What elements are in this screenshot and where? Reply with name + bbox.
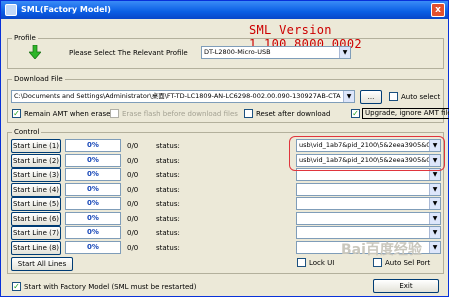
line-port-select[interactable]: ▼	[296, 212, 441, 225]
chevron-down-icon[interactable]: ▼	[429, 242, 440, 253]
erase-flash-label: Erase flash before download files	[122, 110, 238, 118]
line-status-label: status:	[156, 157, 180, 165]
line-port-select[interactable]: ▼	[296, 226, 441, 239]
chevron-down-icon[interactable]: ▼	[429, 227, 440, 238]
chevron-down-icon[interactable]: ▼	[343, 91, 354, 102]
auto-select-label: Auto select	[401, 93, 441, 101]
profile-select[interactable]: DT-L2800-Micro-USB ▼	[201, 46, 351, 59]
factory-model-checkbox[interactable]: ✓	[12, 282, 21, 291]
start-line-button[interactable]: Start Line (6)	[11, 212, 61, 226]
line-progress-percent: 0%	[65, 168, 121, 181]
line-count: 0/0	[127, 186, 139, 194]
line-count: 0/0	[127, 200, 139, 208]
start-line-button[interactable]: Start Line (1)	[11, 139, 61, 153]
start-line-button[interactable]: Start Line (2)	[11, 154, 61, 168]
line-count: 0/0	[127, 215, 139, 223]
reset-after-download-label: Reset after download	[256, 110, 331, 118]
chevron-down-icon[interactable]: ▼	[429, 198, 440, 209]
start-line-button[interactable]: Start Line (5)	[11, 197, 61, 211]
line-status-label: status:	[156, 171, 180, 179]
remain-amt-label: Remain AMT when erase	[24, 110, 111, 118]
control-legend: Control	[14, 128, 40, 136]
line-progress-percent: 0%	[65, 183, 121, 196]
auto-sel-port-checkbox[interactable]	[373, 258, 382, 267]
down-arrow-icon	[29, 45, 41, 59]
auto-select-checkbox[interactable]	[389, 92, 398, 101]
line-count: 0/0	[127, 244, 139, 252]
start-line-button[interactable]: Start Line (3)	[11, 168, 61, 182]
line-status-label: status:	[156, 229, 180, 237]
close-button[interactable]: x	[431, 3, 445, 17]
lock-ui-label: Lock UI	[309, 259, 335, 267]
auto-sel-port-label: Auto Sel Port	[385, 259, 431, 267]
watermark: Bai百度经验	[341, 242, 422, 258]
line-status-label: status:	[156, 200, 180, 208]
main-window: SML(Factory Model) x SML Version 1.100.8…	[0, 0, 449, 297]
line-count: 0/0	[127, 171, 139, 179]
app-icon	[5, 4, 17, 16]
upgrade-checkbox[interactable]: ✓	[351, 109, 360, 118]
line-count: 0/0	[127, 157, 139, 165]
line-port-select[interactable]: ▼	[296, 197, 441, 210]
line-progress-percent: 0%	[65, 212, 121, 225]
line-progress-percent: 0%	[65, 154, 121, 167]
title-bar[interactable]: SML(Factory Model) x	[1, 1, 448, 19]
start-line-button[interactable]: Start Line (4)	[11, 183, 61, 197]
line-port-select[interactable]: ▼	[296, 183, 441, 196]
upgrade-label: Upgrade, ignore AMT file	[362, 108, 449, 119]
line-progress-percent: 0%	[65, 226, 121, 239]
chevron-down-icon[interactable]: ▼	[429, 184, 440, 195]
line-count: 0/0	[127, 142, 139, 150]
erase-flash-checkbox	[110, 109, 119, 118]
line-count: 0/0	[127, 229, 139, 237]
line-status-label: status:	[156, 186, 180, 194]
download-path-value: C:\Documents and Settings\Administrator\…	[14, 92, 341, 100]
browse-button[interactable]: ...	[360, 90, 382, 104]
start-all-lines-button[interactable]: Start All Lines	[11, 257, 73, 271]
profile-legend: Profile	[14, 34, 36, 42]
factory-model-label: Start with Factory Model (SML must be re…	[24, 283, 197, 291]
chevron-down-icon[interactable]: ▼	[339, 47, 350, 58]
highlight-box	[289, 136, 445, 171]
line-status-label: status:	[156, 142, 180, 150]
profile-prompt: Please Select The Relevant Profile	[69, 49, 188, 57]
line-progress-percent: 0%	[65, 241, 121, 254]
exit-button[interactable]: Exit	[373, 279, 439, 293]
chevron-down-icon[interactable]: ▼	[429, 213, 440, 224]
window-title: SML(Factory Model)	[21, 5, 111, 14]
line-status-label: status:	[156, 215, 180, 223]
profile-select-value: DT-L2800-Micro-USB	[204, 48, 271, 56]
start-line-button[interactable]: Start Line (8)	[11, 241, 61, 255]
line-progress-percent: 0%	[65, 139, 121, 152]
reset-after-download-checkbox[interactable]	[244, 109, 253, 118]
download-path-select[interactable]: C:\Documents and Settings\Administrator\…	[11, 90, 355, 103]
start-line-button[interactable]: Start Line (7)	[11, 226, 61, 240]
line-progress-percent: 0%	[65, 197, 121, 210]
download-legend: Download File	[14, 75, 63, 83]
lock-ui-checkbox[interactable]	[297, 258, 306, 267]
line-status-label: status:	[156, 244, 180, 252]
remain-amt-checkbox[interactable]: ✓	[12, 109, 21, 118]
